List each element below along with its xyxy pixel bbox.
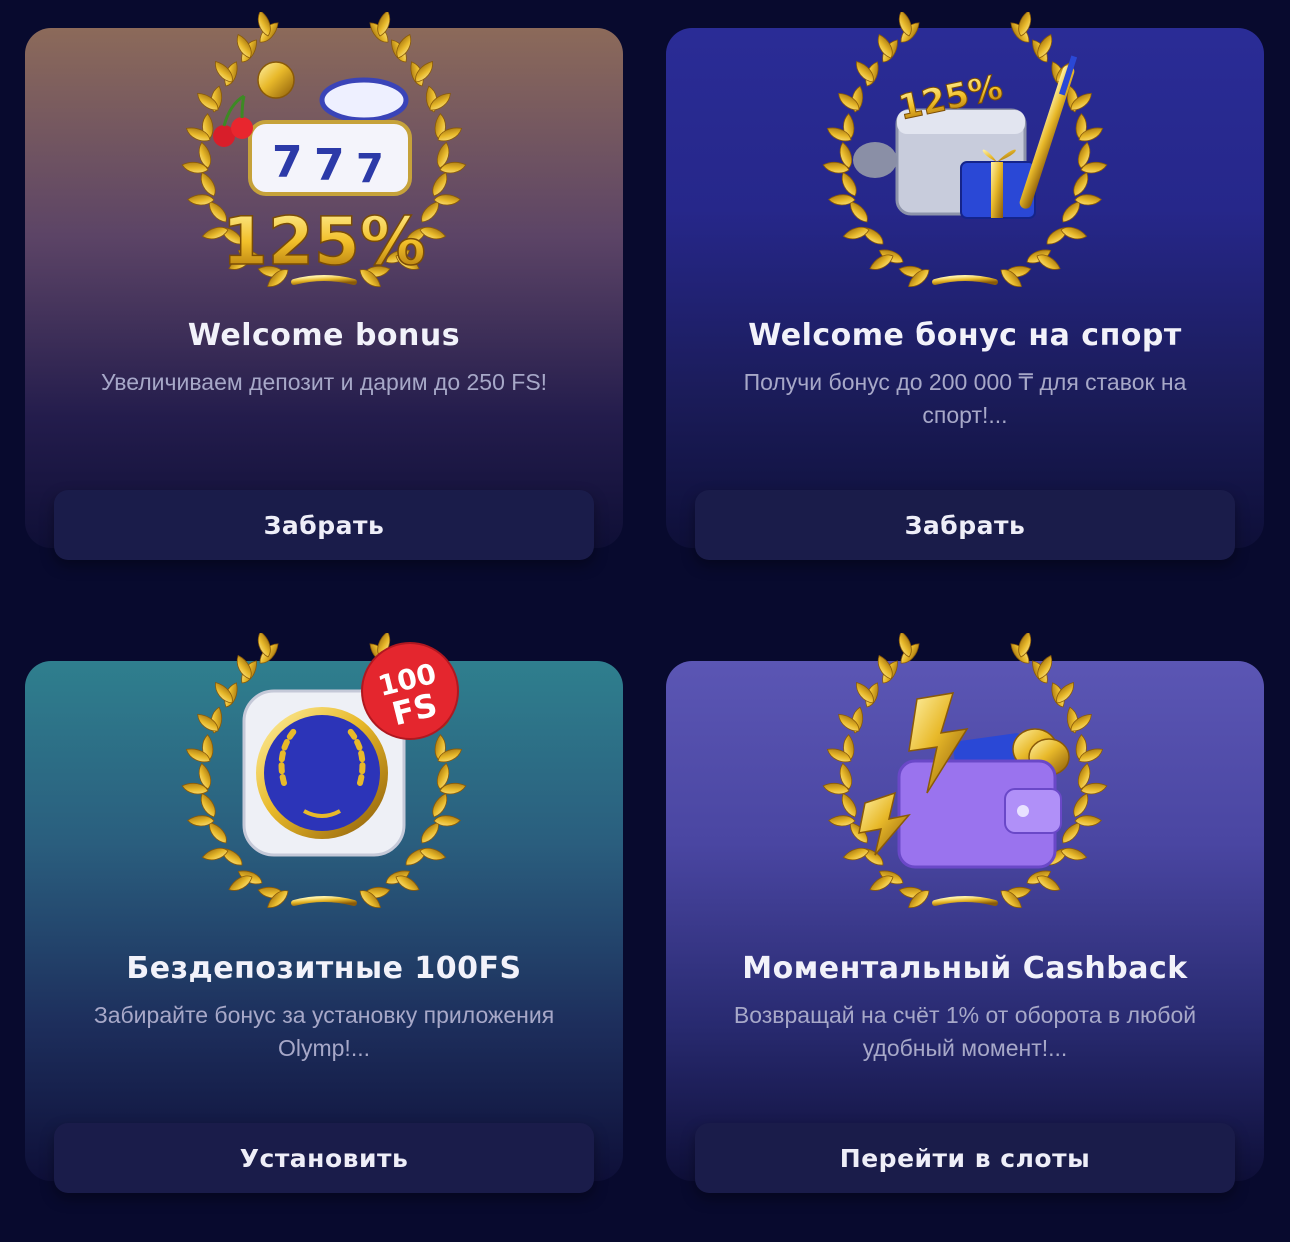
slot-machine-laurel-icon: 7 7 7 125% [164,12,484,292]
promo-card-instant-cashback[interactable]: Моментальный Cashback Возвращай на счёт … [666,661,1264,1193]
card-description: Увеличиваем депозит и дарим до 250 FS! [100,369,548,395]
card-title: Welcome бонус на спорт [748,318,1182,353]
claim-button[interactable]: Забрать [54,490,594,560]
claim-button[interactable]: Забрать [695,490,1235,560]
svg-text:125%: 125% [222,203,426,280]
promo-card-no-deposit-100fs[interactable]: 100 FS Бездепозитные 100FS Забирайте бон… [25,661,623,1193]
card-title: Welcome bonus [187,318,461,353]
svg-text:7: 7 [272,137,303,188]
promo-card-welcome-bonus[interactable]: 7 7 7 125% Welcome bonus Увеличиваем деп… [25,28,623,560]
promo-card-welcome-sport[interactable]: 125% Welcome бонус на спорт Получи бонус… [666,28,1264,560]
app-badge-laurel-icon: 100 FS [164,633,484,913]
card-title: Бездепозитные 100FS [126,951,522,986]
install-button[interactable]: Установить [54,1123,594,1193]
svg-text:7: 7 [314,140,345,191]
svg-text:7: 7 [356,146,384,192]
sport-gift-laurel-icon: 125% [805,12,1125,292]
card-description: Возвращай на счёт 1% от оборота в любой … [733,1002,1197,1061]
card-title: Моментальный Cashback [742,951,1188,986]
card-description: Получи бонус до 200 000 ₸ для ставок на … [743,369,1187,428]
promotions-grid: 7 7 7 125% Welcome bonus Увеличиваем деп… [0,0,1290,1242]
card-description: Забирайте бонус за установку приложения … [93,1002,555,1061]
go-to-slots-button[interactable]: Перейти в слоты [695,1123,1235,1193]
wallet-lightning-laurel-icon [805,633,1125,913]
